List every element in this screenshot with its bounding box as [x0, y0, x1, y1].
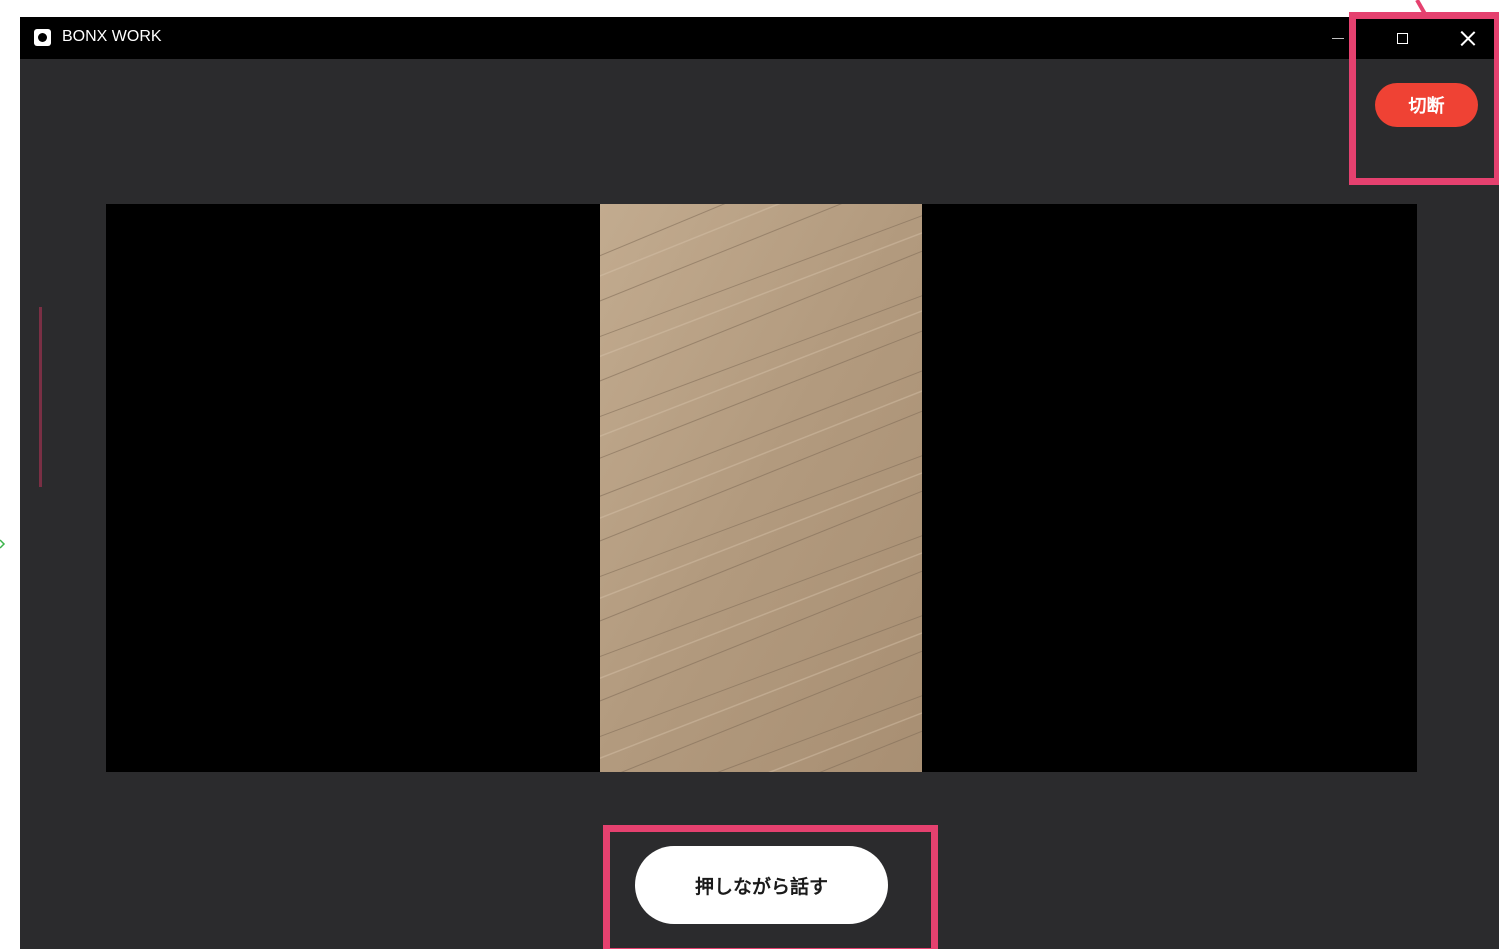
- close-icon: [1460, 30, 1476, 46]
- minimize-icon: [1332, 37, 1344, 39]
- annotation-arrow: [1415, 0, 1427, 15]
- app-window: BONX WORK 切断 押しながら話す: [20, 17, 1499, 949]
- left-edge-marker-icon: [0, 539, 6, 549]
- window-edge-line: [39, 307, 42, 487]
- minimize-button[interactable]: [1310, 17, 1366, 59]
- screenshot-canvas: BONX WORK 切断 押しながら話す: [0, 0, 1499, 949]
- push-to-talk-button[interactable]: 押しながら話す: [635, 846, 888, 924]
- disconnect-button[interactable]: 切断: [1375, 83, 1478, 127]
- camera-feed-image: [600, 204, 922, 772]
- maximize-icon: [1396, 32, 1408, 44]
- bonx-logo-icon: [34, 29, 51, 46]
- close-button[interactable]: [1440, 17, 1496, 59]
- title-bar[interactable]: BONX WORK: [20, 17, 1499, 59]
- video-area: [106, 204, 1417, 772]
- wood-grain-image: [600, 204, 922, 772]
- maximize-button[interactable]: [1374, 17, 1430, 59]
- window-title: BONX WORK: [62, 28, 162, 45]
